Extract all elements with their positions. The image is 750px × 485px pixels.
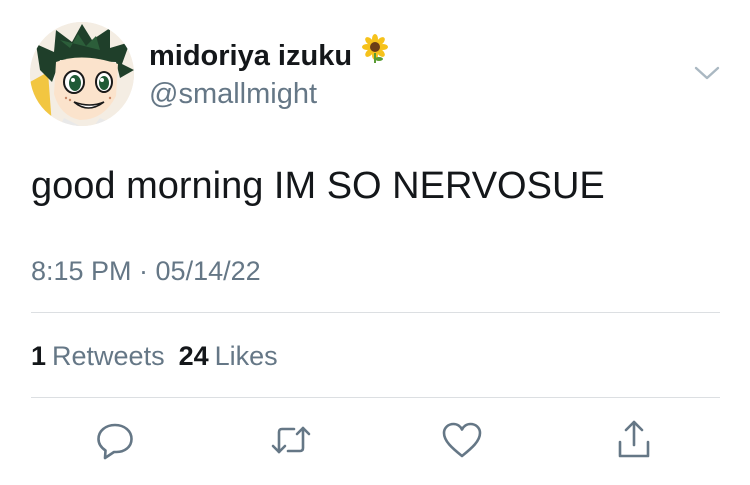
- likes-count: 24: [178, 341, 209, 371]
- divider: [31, 312, 720, 313]
- share-icon: [618, 420, 650, 458]
- share-button[interactable]: [612, 418, 656, 462]
- avatar[interactable]: [30, 22, 134, 126]
- retweet-icon: [271, 426, 311, 454]
- reply-button[interactable]: [94, 418, 138, 462]
- reply-icon: [97, 423, 133, 460]
- retweets-stat[interactable]: 1 Retweets: [31, 341, 165, 371]
- tweet-timestamp[interactable]: 8:15 PM · 05/14/22: [31, 254, 261, 288]
- retweet-button[interactable]: [269, 418, 313, 462]
- likes-label: Likes: [214, 341, 278, 371]
- display-name[interactable]: midoriya izuku: [149, 34, 390, 75]
- display-name-text: midoriya izuku: [149, 40, 353, 72]
- divider: [31, 397, 720, 398]
- avatar-illustration: [30, 22, 134, 126]
- like-button[interactable]: [440, 418, 484, 462]
- chevron-down-icon[interactable]: [692, 61, 722, 85]
- like-icon: [442, 422, 482, 458]
- user-handle[interactable]: @smallmight: [149, 77, 317, 111]
- tweet-detail: midoriya izuku @smallmight good morning …: [0, 0, 750, 485]
- sunflower-icon: [360, 34, 390, 74]
- retweets-count: 1: [31, 341, 47, 371]
- likes-stat[interactable]: 24 Likes: [179, 341, 278, 371]
- tweet-text: good morning IM SO NERVOSUE: [31, 165, 605, 207]
- retweets-label: Retweets: [52, 341, 165, 371]
- tweet-stats: 1 Retweets 24 Likes: [31, 339, 278, 373]
